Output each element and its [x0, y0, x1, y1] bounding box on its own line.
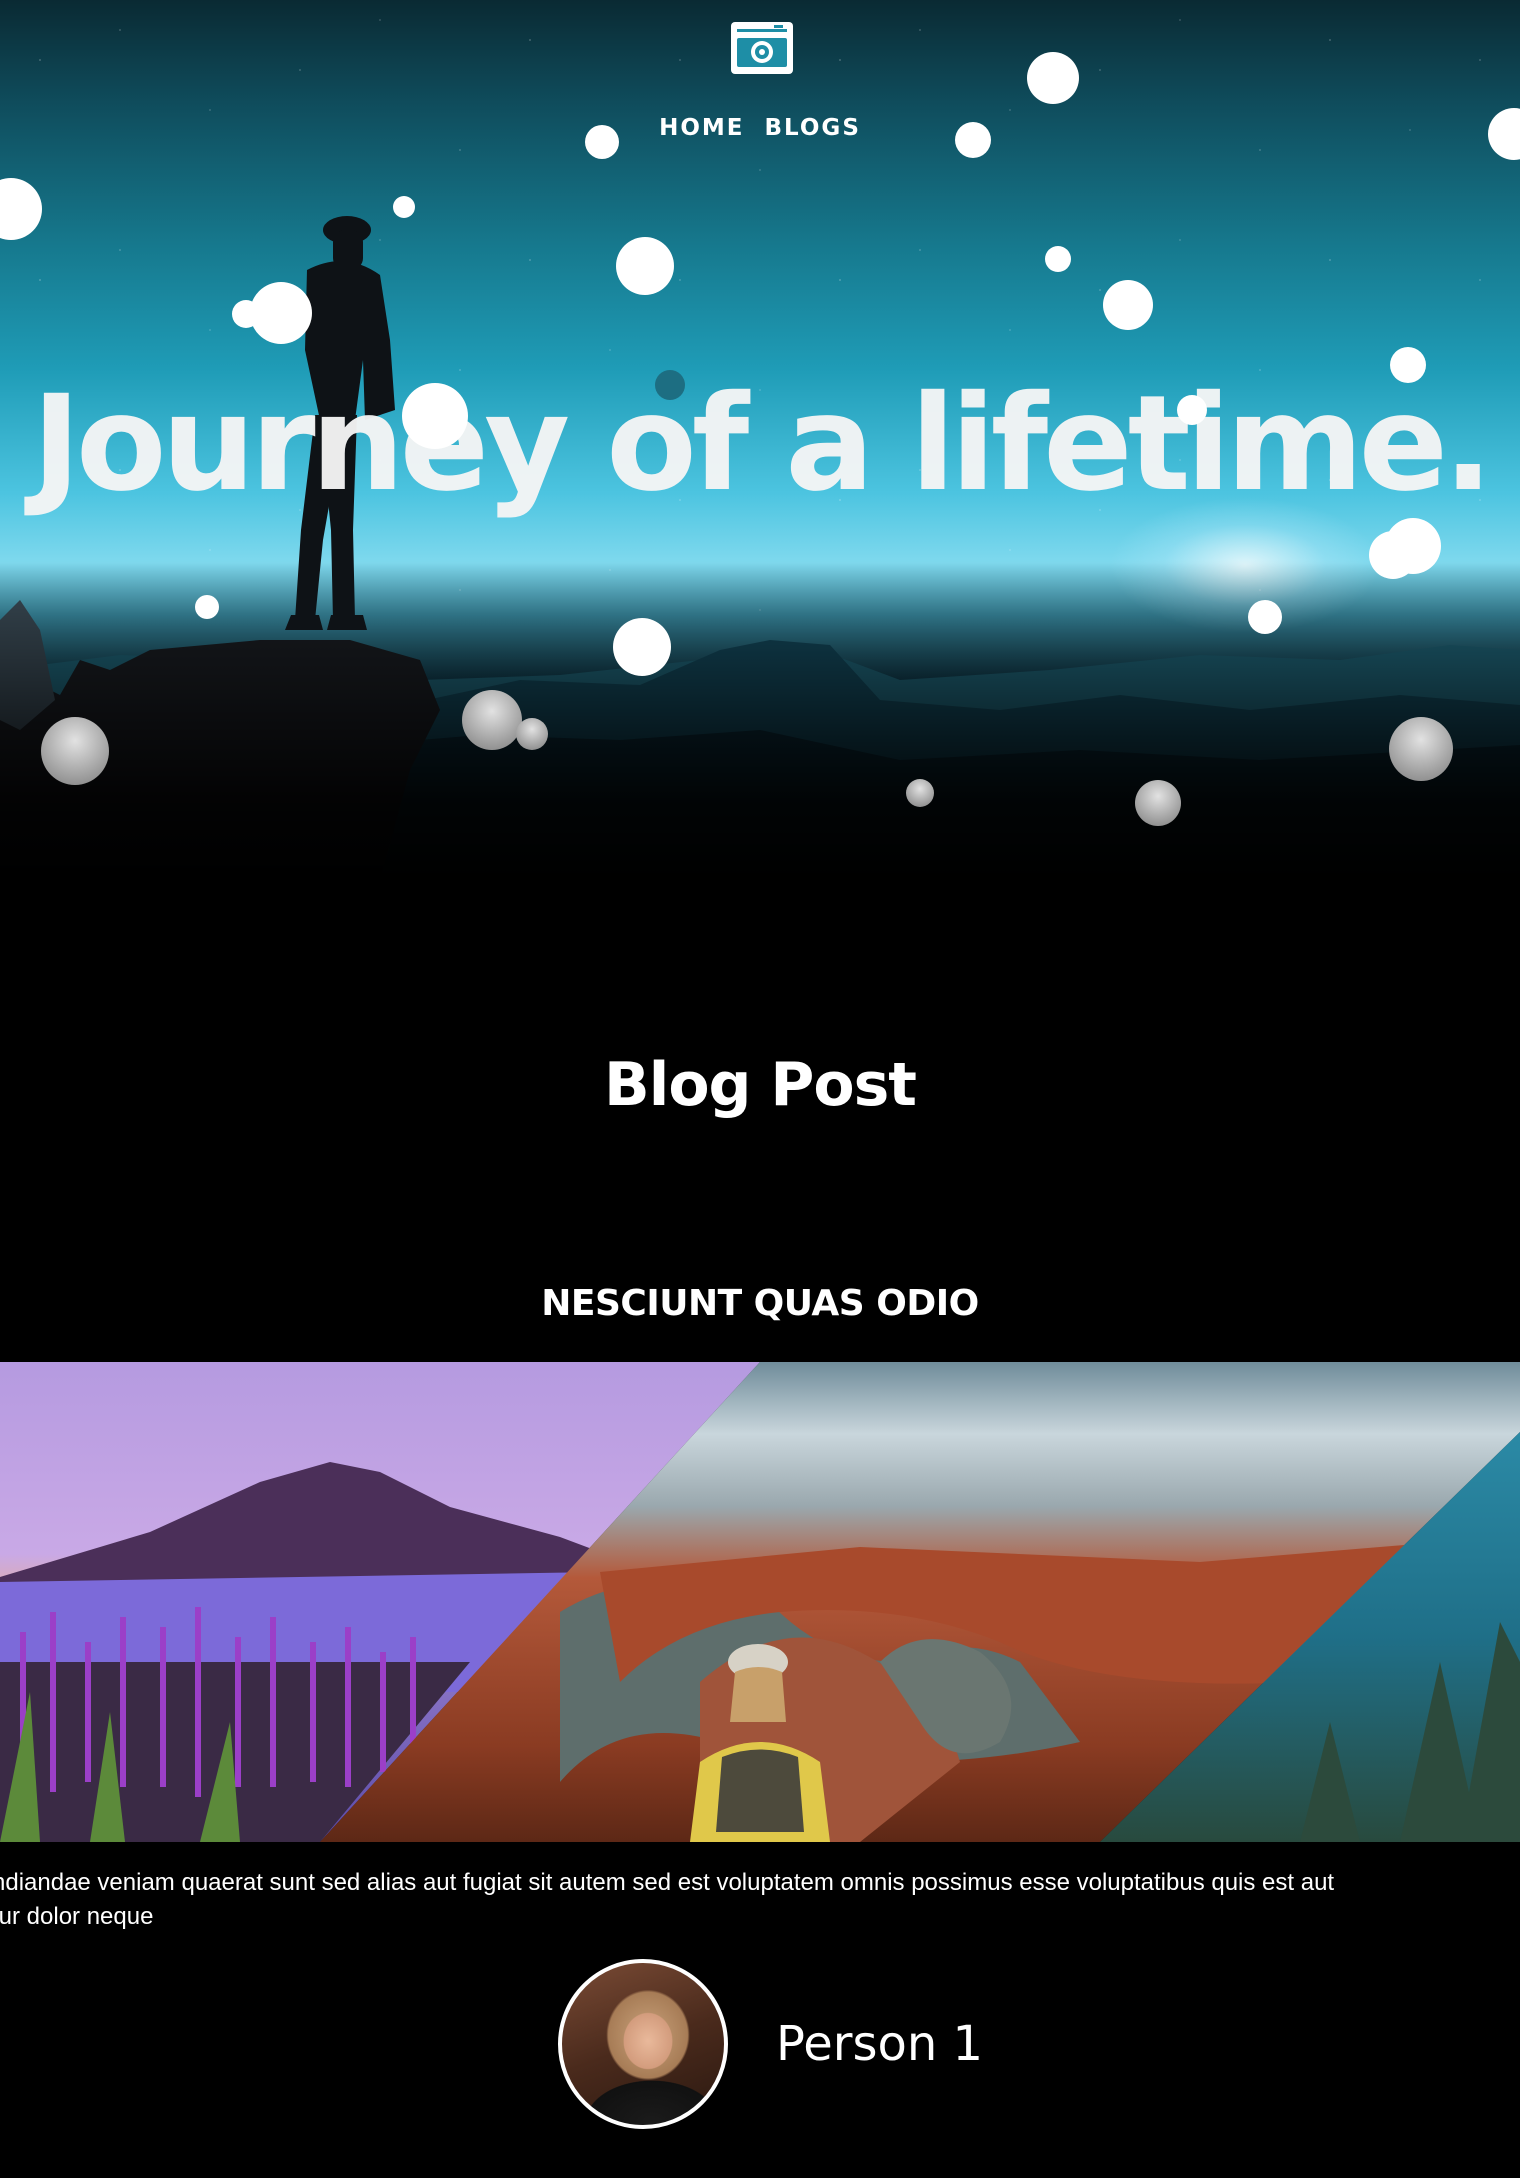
author-name[interactable]: Person 1: [776, 2016, 983, 2072]
section-title: Blog Post: [604, 1050, 917, 1120]
nav-blogs-link[interactable]: BLOGS: [765, 115, 861, 141]
decorative-bubble: [1135, 780, 1181, 826]
post-excerpt-line: ndiandae veniam quaerat sunt sed alias a…: [0, 1869, 1335, 1896]
decorative-bubble: [1248, 600, 1282, 634]
decorative-bubble: [402, 383, 468, 449]
post-excerpt: ndiandae veniam quaerat sunt sed alias a…: [0, 1866, 1520, 1934]
decorative-bubble: [195, 595, 219, 619]
post-title[interactable]: NESCIUNT QUAS ODIO: [0, 1283, 1520, 1324]
decorative-bubble: [1177, 395, 1207, 425]
decorative-bubble: [613, 618, 671, 676]
camera-icon[interactable]: [730, 18, 794, 76]
post-excerpt-line: tur dolor neque: [0, 1903, 154, 1930]
mountain-landscape: [0, 560, 1520, 880]
hero-title: Journey of a lifetime.: [31, 367, 1493, 522]
decorative-bubble: [1389, 717, 1453, 781]
decorative-bubble: [906, 779, 934, 807]
decorative-bubble: [232, 300, 260, 328]
main-nav: HOME BLOGS: [0, 115, 1520, 141]
decorative-bubble: [585, 125, 619, 159]
nav-home-link[interactable]: HOME: [659, 115, 744, 141]
decorative-bubble: [462, 690, 522, 750]
decorative-bubble: [1103, 280, 1153, 330]
post-image-gallery[interactable]: [0, 1362, 1520, 1842]
decorative-bubble: [1390, 347, 1426, 383]
decorative-bubble: [393, 196, 415, 218]
decorative-bubble: [41, 717, 109, 785]
decorative-bubble: [1027, 52, 1079, 104]
decorative-bubble: [655, 370, 685, 400]
decorative-bubble: [955, 122, 991, 158]
decorative-bubble: [616, 237, 674, 295]
decorative-bubble: [1369, 531, 1417, 579]
hero-banner: HOME BLOGS Journey of a lifetime.: [0, 0, 1520, 880]
decorative-bubble: [1045, 246, 1071, 272]
post-author[interactable]: Person 1: [558, 1959, 983, 2129]
decorative-bubble: [516, 718, 548, 750]
author-avatar[interactable]: [558, 1959, 728, 2129]
